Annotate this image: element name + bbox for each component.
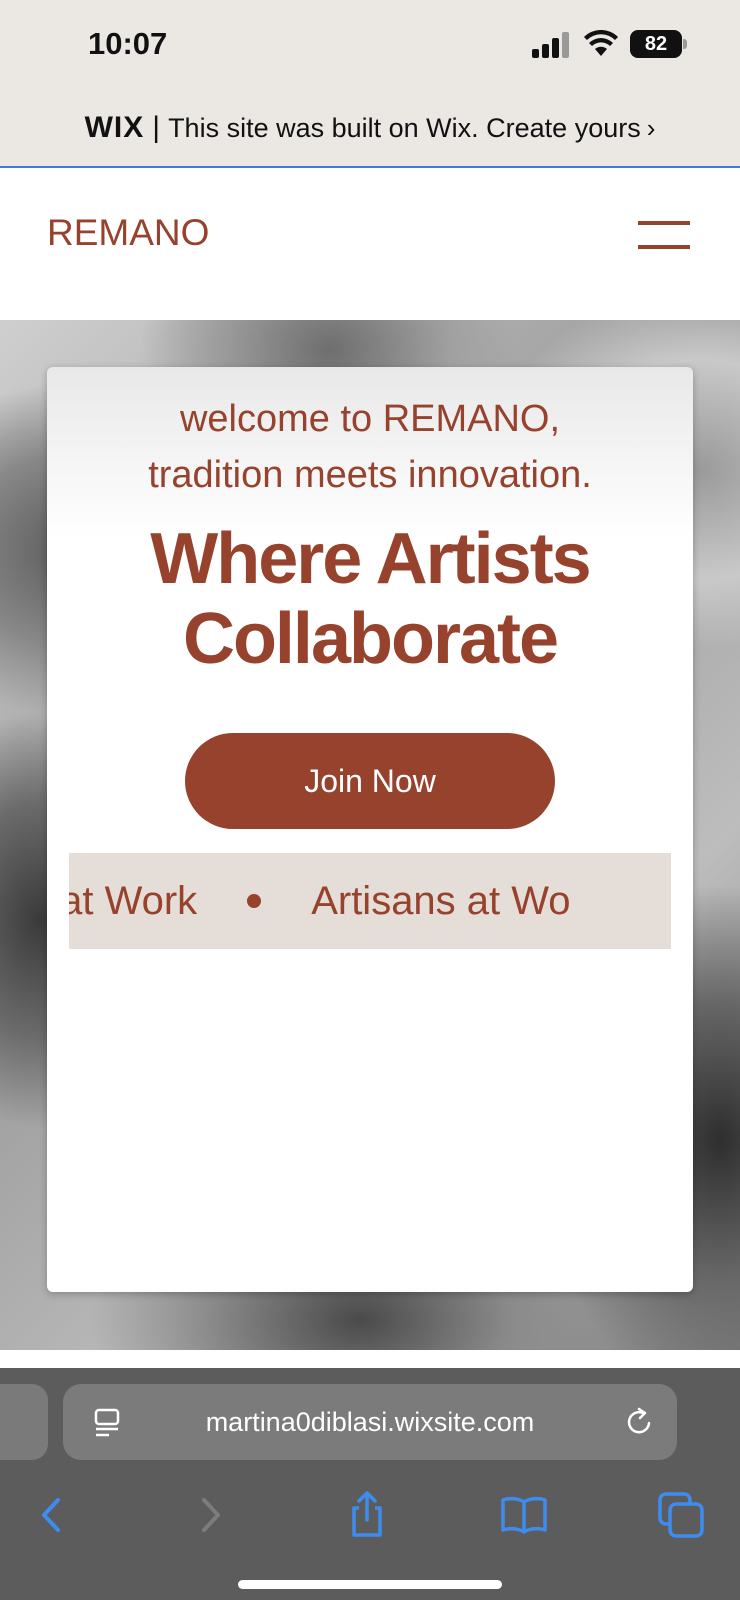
marquee-track: s at Work Artisans at Wo xyxy=(69,853,571,949)
home-indicator[interactable] xyxy=(238,1580,502,1589)
hero-card: welcome to REMANO, tradition meets innov… xyxy=(47,367,693,1292)
battery-indicator: 82 xyxy=(630,30,682,58)
wix-banner-text[interactable]: This site was built on Wix. Create yours xyxy=(168,113,641,144)
page-bottom-strip xyxy=(0,1350,740,1368)
share-icon[interactable] xyxy=(342,1490,392,1540)
browser-toolbar: martina0diblasi.wixsite.com xyxy=(0,1368,740,1600)
hero-title-line1: Where Artists xyxy=(150,519,591,599)
forward-icon[interactable] xyxy=(186,1490,236,1540)
address-bar[interactable]: martina0diblasi.wixsite.com xyxy=(63,1384,677,1460)
hero-title-line2: Collaborate xyxy=(182,599,559,679)
battery-tip xyxy=(683,39,687,49)
wix-promo-banner[interactable]: WIX | This site was built on Wix. Create… xyxy=(0,90,740,168)
join-now-button[interactable]: Join Now xyxy=(185,733,555,829)
site-logo[interactable]: REMANO xyxy=(47,212,209,254)
hero-intro: welcome to REMANO, tradition meets innov… xyxy=(47,391,693,503)
wix-logo: WIX xyxy=(84,111,145,144)
chevron-right-icon: › xyxy=(646,112,656,143)
hamburger-menu-icon[interactable] xyxy=(638,221,690,251)
hero-intro-line1: welcome to REMANO, xyxy=(179,398,561,440)
url-text[interactable]: martina0diblasi.wixsite.com xyxy=(63,1384,677,1460)
banner-separator: | xyxy=(152,111,161,144)
marquee-item: Artisans at Wo xyxy=(311,878,571,923)
bookmarks-icon[interactable] xyxy=(499,1490,549,1540)
site-header: REMANO xyxy=(0,168,740,320)
marquee-banner: s at Work Artisans at Wo xyxy=(69,853,671,949)
marquee-item: s at Work xyxy=(69,878,198,923)
wifi-icon xyxy=(584,30,618,56)
browser-nav-row xyxy=(0,1478,740,1558)
hero-title: Where Artists Collaborate xyxy=(47,519,693,679)
cellular-signal-icon xyxy=(532,32,572,58)
back-icon[interactable] xyxy=(26,1490,76,1540)
bullet-dot-icon xyxy=(247,894,262,908)
previous-tab-preview[interactable] xyxy=(0,1384,48,1460)
hero-intro-line2: tradition meets innovation. xyxy=(148,454,592,496)
status-bar: 10:07 82 xyxy=(0,0,740,90)
reload-icon[interactable] xyxy=(623,1406,655,1438)
status-time: 10:07 xyxy=(88,26,168,61)
battery-level: 82 xyxy=(644,33,668,55)
tabs-icon[interactable] xyxy=(656,1490,706,1540)
